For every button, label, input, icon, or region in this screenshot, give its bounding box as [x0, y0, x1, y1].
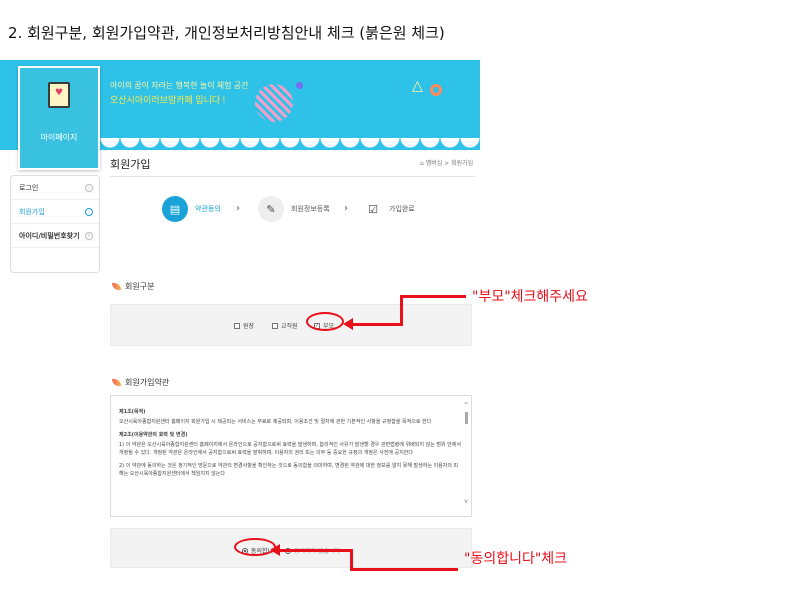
page-title: 회원가입: [110, 158, 151, 171]
annotation-arrow-shaft: [400, 295, 466, 298]
annotation-circle-parent: [306, 312, 344, 331]
sidebar-item-find-account[interactable]: 아이디/비밀번호찾기 ›: [11, 224, 99, 248]
leaf-icon: [112, 379, 121, 386]
scroll-down-icon[interactable]: v: [463, 498, 469, 506]
instruction-caption: 2. 회원구분, 회원가입약관, 개인정보처리방침안내 체크 (붉은원 체크): [8, 24, 445, 42]
mypage-title: 마이페이지: [40, 133, 78, 142]
section-title: 회원가입약관: [125, 378, 170, 387]
title-divider: [110, 176, 475, 177]
checkbox[interactable]: [272, 322, 278, 329]
leaf-icon: [112, 283, 121, 290]
terms-heading-2: 제2조(이용약관의 효력 및 변경): [119, 432, 188, 438]
arrow-left-icon: [270, 544, 280, 556]
sidebar-menu: 로그인 › 회원가입 › 아이디/비밀번호찾기 ›: [10, 175, 100, 273]
step-label: 회원정보등록: [291, 205, 330, 213]
sidebar-item-label: 회원가입: [19, 207, 45, 216]
sidebar-item-label: 아이디/비밀번호찾기: [19, 231, 80, 240]
option-staff[interactable]: 교직원: [272, 321, 298, 330]
scroll-thumb[interactable]: [464, 412, 468, 424]
checkbox[interactable]: [234, 322, 240, 329]
option-label: 교직원: [281, 323, 298, 330]
mypage-icon: [48, 82, 70, 108]
step-terms: ▤ 약관동의: [162, 196, 221, 222]
step-label: 약관동의: [195, 205, 221, 213]
terms-textbox[interactable]: 제1조(목적) 오산시육아종합지원센터 홈페이지 회원가입 시 제공되는 서비스…: [110, 395, 472, 517]
checkbox-icon: ☑: [368, 202, 378, 216]
sidebar-item-login[interactable]: 로그인 ›: [11, 176, 99, 200]
pencil-icon: ✎: [258, 196, 284, 222]
step-complete: ☑ 가입완료: [364, 196, 415, 222]
section-title: 회원구분: [125, 282, 155, 291]
signup-screenshot: 아이의 꿈이 자라는 행복한 놀이 체험 공간 오산시아이러브맘카페 입니다 !…: [0, 60, 480, 580]
triangle-decoration: △: [412, 78, 423, 94]
sidebar-item-signup[interactable]: 회원가입 ›: [11, 200, 99, 224]
option-director[interactable]: 원장: [234, 321, 254, 330]
dot-decoration: [296, 82, 303, 89]
banner-line-2: 오산시아이러브맘카페 입니다 !: [110, 95, 226, 105]
step-info: ✎ 회원정보등록: [258, 196, 330, 222]
terms-heading-1: 제1조(목적): [119, 409, 146, 415]
annotation-arrow-shaft: [350, 323, 402, 326]
step-label: 가입완료: [389, 205, 415, 213]
mypage-box: 마이페이지: [18, 66, 100, 170]
annotation-parent-note: "부모"체크해주세요: [472, 289, 588, 305]
annotation-agree-note: "동의합니다"체크: [464, 551, 568, 567]
annotation-arrow-shaft: [276, 549, 352, 552]
chevron-right-icon: ›: [85, 183, 93, 192]
option-label: 원장: [243, 323, 255, 330]
terms-paragraph: 1) 이 약관은 오산시육아종합지원센터 홈페이지에서 온라인으로 공지함으로써…: [119, 442, 461, 456]
stripe-circle-decoration: [255, 84, 293, 122]
terms-paragraph: 오산시육아종합지원센터 홈페이지 회원가입 시 제공되는 서비스는 무료로 제공…: [119, 419, 432, 425]
wave-decoration: [100, 138, 480, 150]
annotation-arrow-shaft: [350, 568, 458, 571]
banner-line-1: 아이의 꿈이 자라는 행복한 놀이 체험 공간: [110, 81, 249, 90]
breadcrumb-text: 멤버십 > 회원가입: [425, 160, 474, 167]
sidebar-item-label: 로그인: [19, 183, 39, 192]
terms-scrollbar[interactable]: ^ v: [463, 402, 469, 510]
terms-heading: 회원가입약관: [112, 377, 169, 388]
terms-paragraph: 2) 이 약관에 동의하는 것은 정기적인 방문으로 약관의 변경사항을 확인하…: [119, 463, 459, 477]
annotation-arrow-shaft: [400, 295, 403, 326]
member-type-heading: 회원구분: [112, 281, 154, 292]
chevron-right-icon: ›: [85, 207, 93, 216]
arrow-left-icon: [343, 318, 353, 330]
chevron-right-icon: ›: [85, 231, 93, 240]
ring-decoration: [430, 84, 442, 96]
breadcrumb: ⌂ 멤버십 > 회원가입: [420, 158, 473, 167]
scroll-up-icon[interactable]: ^: [463, 402, 469, 410]
step-arrow-icon: ›: [236, 203, 240, 214]
document-icon: ▤: [162, 196, 188, 222]
step-arrow-icon: ›: [344, 203, 348, 214]
